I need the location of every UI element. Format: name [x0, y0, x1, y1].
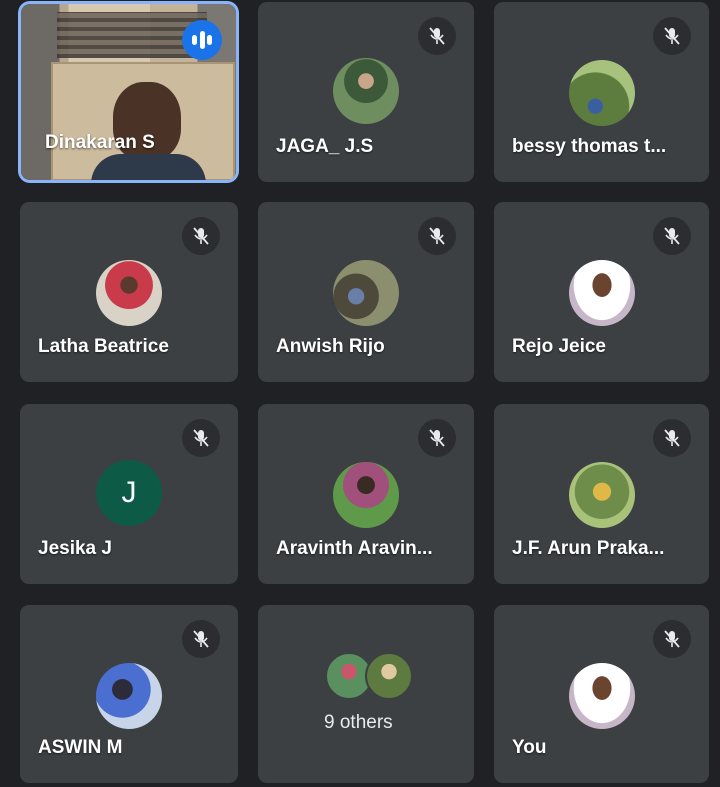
mic-off-icon [182, 419, 220, 457]
participant-avatar [96, 260, 162, 326]
participant-tile-jaga[interactable]: JAGA_ J.S [258, 2, 474, 182]
participant-avatar [569, 663, 635, 729]
others-avatar [365, 652, 413, 700]
participant-avatar [333, 58, 399, 124]
participant-tile-arun[interactable]: J.F. Arun Praka... [494, 404, 709, 584]
participant-tile-aswin[interactable]: ASWIN M [20, 605, 238, 783]
participant-avatar [569, 462, 635, 528]
participant-name: JAGA_ J.S [276, 136, 374, 157]
others-count: 9 others [324, 712, 393, 733]
participant-avatar [569, 60, 635, 126]
participant-name: ASWIN M [38, 737, 123, 758]
mic-off-icon [418, 419, 456, 457]
participant-name: Latha Beatrice [38, 336, 169, 357]
participant-name: J.F. Arun Praka... [512, 538, 665, 559]
participant-name: Anwish Rijo [276, 336, 385, 357]
participant-tile-rejo[interactable]: Rejo Jeice [494, 202, 709, 382]
mic-off-icon [653, 419, 691, 457]
participant-tile-bessy[interactable]: bessy thomas t... [494, 2, 709, 182]
mic-off-icon [418, 217, 456, 255]
participant-tile-aravinth[interactable]: Aravinth Aravin... [258, 404, 474, 584]
participant-name: Dinakaran S [45, 132, 155, 153]
mic-off-icon [653, 620, 691, 658]
audio-bars-icon [182, 20, 222, 60]
participant-name: Aravinth Aravin... [276, 538, 433, 559]
participant-tile-jesika[interactable]: J Jesika J [20, 404, 238, 584]
participant-avatar [333, 462, 399, 528]
participant-tile-dinakaran[interactable]: Dinakaran S [21, 4, 236, 180]
participant-name: bessy thomas t... [512, 136, 667, 157]
participant-name: Jesika J [38, 538, 112, 559]
mic-off-icon [653, 217, 691, 255]
participant-tile-anwish[interactable]: Anwish Rijo [258, 202, 474, 382]
mic-off-icon [653, 17, 691, 55]
participant-name: You [512, 737, 547, 758]
others-tile[interactable]: 9 others [258, 605, 474, 783]
participant-avatar [96, 663, 162, 729]
participant-tile-you[interactable]: You [494, 605, 709, 783]
mic-off-icon [182, 217, 220, 255]
participant-tile-latha[interactable]: Latha Beatrice [20, 202, 238, 382]
mic-off-icon [418, 17, 456, 55]
mic-off-icon [182, 620, 220, 658]
participant-avatar-letter: J [96, 460, 162, 526]
participant-avatar [333, 260, 399, 326]
participant-name: Rejo Jeice [512, 336, 606, 357]
participant-avatar [569, 260, 635, 326]
